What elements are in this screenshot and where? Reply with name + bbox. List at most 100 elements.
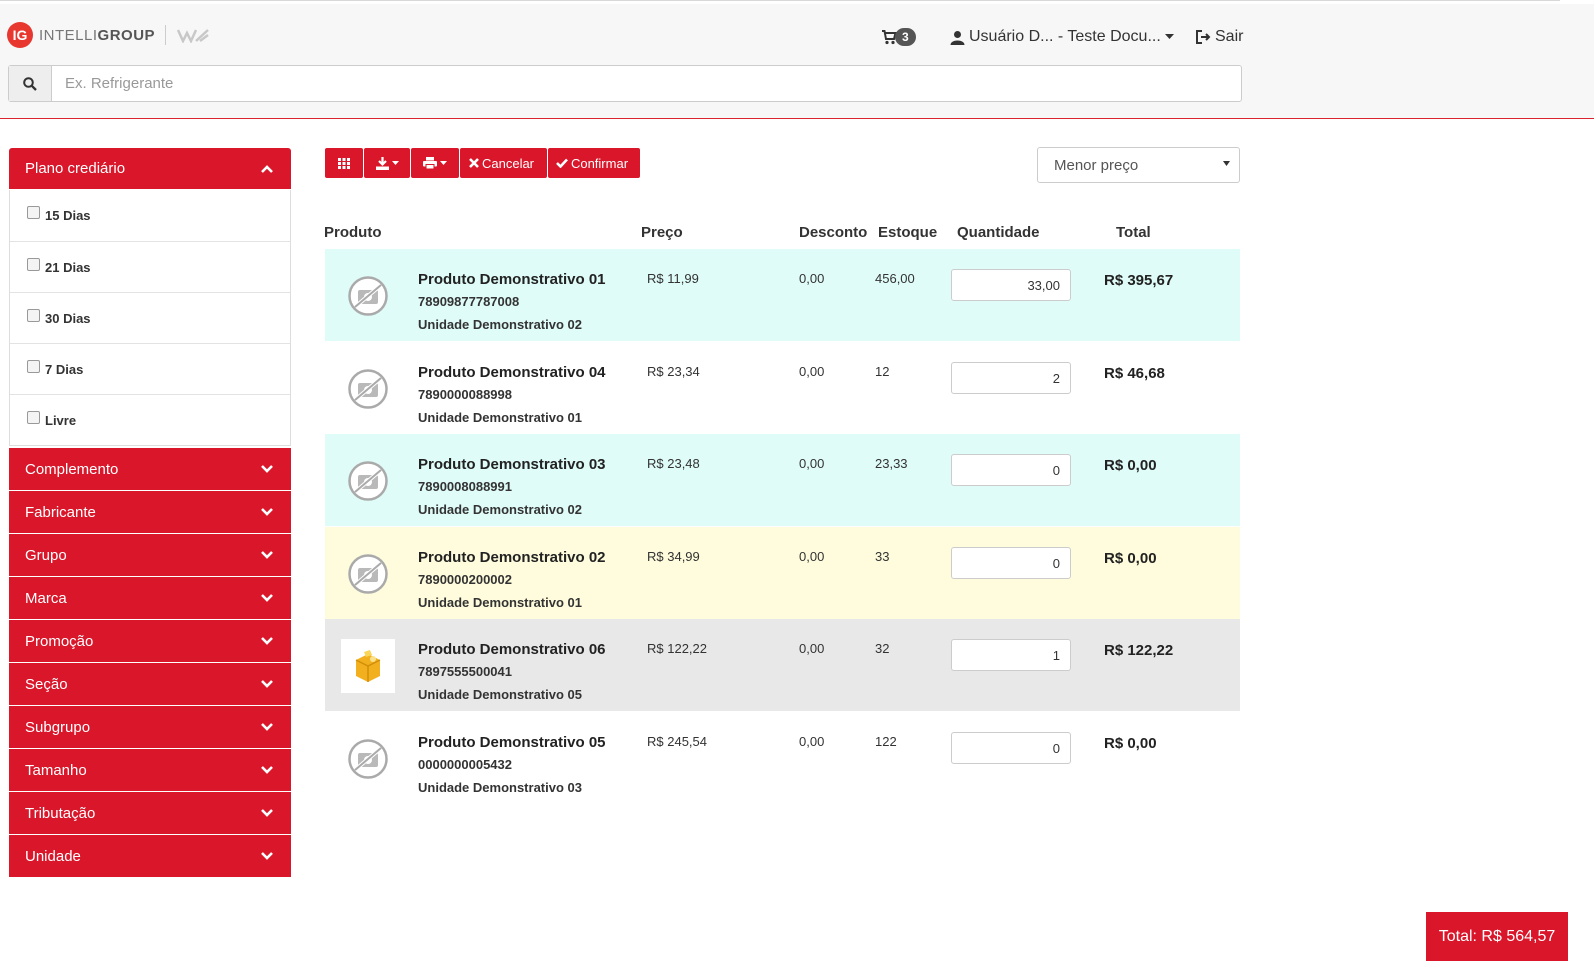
filter-header-marca[interactable]: Marca: [9, 577, 291, 620]
confirm-button[interactable]: Confirmar: [548, 148, 640, 178]
quantity-input[interactable]: [951, 547, 1071, 579]
product-price: R$ 245,54: [647, 734, 707, 749]
logo-text: INTELLIGROUP: [39, 27, 155, 44]
filter-header-secao[interactable]: Seção: [9, 663, 291, 706]
filter-title: Promoção: [25, 632, 94, 650]
plano-option-livre[interactable]: Livre: [10, 394, 290, 445]
filter-header-complemento[interactable]: Complemento: [9, 448, 291, 491]
checkbox[interactable]: [27, 258, 40, 271]
product-code: 7890000200002: [418, 572, 512, 587]
chevron-down-icon: [261, 766, 273, 774]
product-total: R$ 122,22: [1104, 642, 1174, 659]
product-stock: 12: [875, 364, 890, 379]
product-price: R$ 11,99: [647, 271, 699, 286]
chevron-down-icon: [261, 551, 273, 559]
product-discount: 0,00: [799, 456, 825, 471]
logout-button[interactable]: Sair: [1195, 28, 1243, 46]
option-label: Livre: [45, 413, 77, 428]
sort-select[interactable]: Menor preço: [1037, 147, 1240, 183]
checkbox[interactable]: [27, 360, 40, 373]
product-unit: Unidade Demonstrativo 03: [418, 780, 582, 795]
product-name[interactable]: Produto Demonstrativo 01: [418, 271, 606, 288]
product-stock: 32: [875, 641, 890, 656]
print-button[interactable]: [411, 148, 459, 178]
filter-sidebar: Plano crediário 15 Dias 21 Dias 30 Dias …: [9, 148, 291, 878]
cart-button[interactable]: 3: [881, 28, 916, 46]
column-header-total: Total: [1116, 224, 1151, 241]
product-name[interactable]: Produto Demonstrativo 04: [418, 364, 606, 381]
product-unit: Unidade Demonstrativo 05: [418, 687, 582, 702]
product-name[interactable]: Produto Demonstrativo 03: [418, 456, 606, 473]
filter-header-tributacao[interactable]: Tributação: [9, 792, 291, 835]
filter-title: Plano crediário: [25, 160, 126, 177]
filter-header-tamanho[interactable]: Tamanho: [9, 749, 291, 792]
product-discount: 0,00: [799, 364, 825, 379]
grid-view-button[interactable]: [325, 148, 363, 178]
checkbox[interactable]: [27, 206, 40, 219]
option-label: 15 Dias: [45, 208, 91, 223]
no-image-icon: [348, 461, 388, 501]
product-code: 0000000005432: [418, 757, 512, 772]
product-price: R$ 23,48: [647, 456, 700, 471]
product-total: R$ 0,00: [1104, 457, 1157, 474]
logo-text-light: INTELLI: [39, 26, 98, 44]
product-name[interactable]: Produto Demonstrativo 02: [418, 549, 606, 566]
table-row: Produto Demonstrativo 05 0000000005432 U…: [325, 712, 1240, 804]
plano-option-7-dias[interactable]: 7 Dias: [10, 343, 290, 394]
caret-down-icon: [1223, 161, 1230, 166]
quantity-input[interactable]: [951, 732, 1071, 764]
user-menu[interactable]: Usuário D... - Teste Docu...: [950, 28, 1174, 46]
filter-title: Marca: [25, 589, 67, 607]
checkbox[interactable]: [27, 309, 40, 322]
filter-title: Tributação: [25, 804, 96, 822]
product-image: [341, 269, 395, 323]
quantity-input[interactable]: [951, 454, 1071, 486]
quantity-input[interactable]: [951, 639, 1071, 671]
no-image-icon: [348, 369, 388, 409]
product-unit: Unidade Demonstrativo 01: [418, 595, 582, 610]
filter-header-subgrupo[interactable]: Subgrupo: [9, 706, 291, 749]
user-label: Usuário D... - Teste Docu...: [969, 28, 1161, 45]
product-discount: 0,00: [799, 271, 825, 286]
column-header-desconto: Desconto: [799, 224, 868, 241]
search-input[interactable]: [52, 66, 1241, 101]
search-icon: [23, 76, 37, 91]
chevron-down-icon: [261, 637, 273, 645]
check-icon: [556, 158, 568, 168]
filter-header-grupo[interactable]: Grupo: [9, 534, 291, 577]
product-unit: Unidade Demonstrativo 02: [418, 502, 582, 517]
plano-option-30-dias[interactable]: 30 Dias: [10, 292, 290, 343]
product-code: 7897555500041: [418, 664, 512, 679]
order-total-label: Total: R$ 564,57: [1438, 927, 1556, 945]
grid-icon: [338, 157, 350, 169]
search-button[interactable]: [9, 66, 52, 101]
quantity-input[interactable]: [951, 362, 1071, 394]
product-name[interactable]: Produto Demonstrativo 05: [418, 734, 606, 751]
caret-down-icon: [391, 161, 399, 165]
product-name[interactable]: Produto Demonstrativo 06: [418, 641, 606, 658]
order-total-badge: Total: R$ 564,57: [1426, 912, 1568, 961]
download-button[interactable]: [364, 148, 410, 178]
plano-option-21-dias[interactable]: 21 Dias: [10, 241, 290, 292]
filter-header-plano-crediario[interactable]: Plano crediário: [9, 148, 291, 190]
product-discount: 0,00: [799, 734, 825, 749]
confirm-label: Confirmar: [570, 155, 629, 171]
product-image: [341, 362, 395, 416]
plano-option-15-dias[interactable]: 15 Dias: [10, 190, 290, 241]
logo-badge: IG: [7, 22, 33, 48]
quantity-input[interactable]: [951, 269, 1071, 301]
product-price: R$ 122,22: [647, 641, 707, 656]
chevron-down-icon: [261, 852, 273, 860]
filter-header-unidade[interactable]: Unidade: [9, 835, 291, 878]
no-image-icon: [348, 276, 388, 316]
product-discount: 0,00: [799, 641, 825, 656]
cancel-button[interactable]: Cancelar: [460, 148, 547, 178]
product-code: 7890008088991: [418, 479, 512, 494]
no-image-icon: [348, 554, 388, 594]
filter-header-promocao[interactable]: Promoção: [9, 620, 291, 663]
logo[interactable]: IG INTELLIGROUP: [7, 22, 210, 48]
no-image-icon: [348, 739, 388, 779]
checkbox[interactable]: [27, 411, 40, 424]
filter-header-fabricante[interactable]: Fabricante: [9, 491, 291, 534]
product-stock: 456,00: [875, 271, 915, 286]
